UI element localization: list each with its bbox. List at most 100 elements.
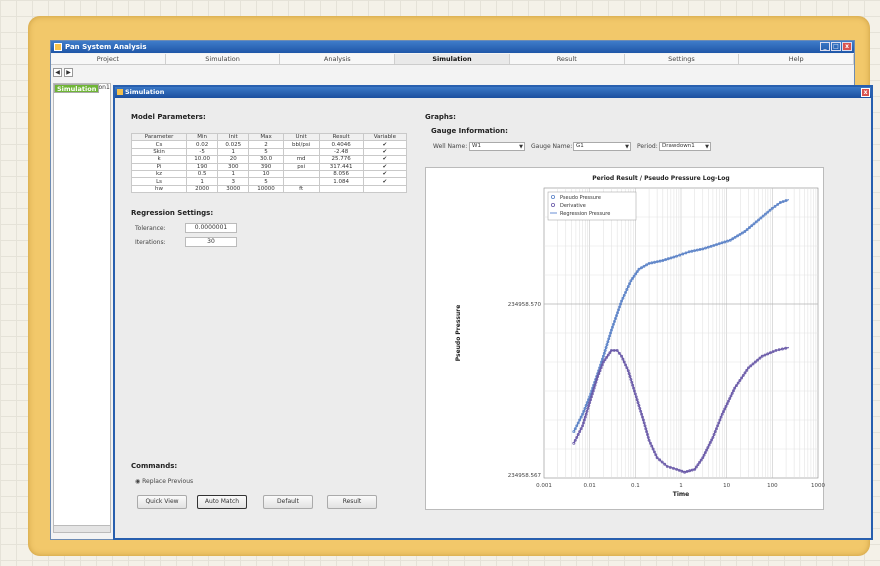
params-cell[interactable]: 20 (217, 155, 250, 164)
iterations-input[interactable]: 30 (185, 237, 237, 247)
x-tick-label: 1000 (811, 483, 825, 489)
params-cell[interactable]: 5 (248, 147, 284, 157)
params-header-row: Parameter Min Init Max Unit Result Variable (130, 132, 408, 142)
menu-result[interactable]: Result (510, 54, 625, 64)
params-cell[interactable]: 1 (217, 169, 250, 179)
params-cell: Pi (130, 162, 188, 171)
params-cell[interactable]: 30.0 (248, 155, 284, 164)
params-header-cell: Max (248, 132, 284, 142)
period-select[interactable]: Drawdown1 ▼ (659, 142, 711, 151)
menu-bar: Project Simulation Analysis Simulation R… (51, 54, 855, 65)
params-cell: psi (282, 162, 320, 171)
well-name-select[interactable]: W1 ▼ (469, 142, 525, 151)
params-cell: ft (282, 184, 320, 194)
menu-settings[interactable]: Settings (625, 54, 740, 64)
params-cell: 8.056 (318, 169, 364, 179)
forward-icon[interactable]: ▶ (64, 68, 73, 77)
params-cell[interactable]: 1 (217, 147, 250, 157)
params-header-cell: Result (318, 132, 364, 142)
dialog-close-button[interactable]: x (861, 88, 870, 97)
params-cell[interactable]: 1 (186, 177, 219, 186)
params-cell: Ls (130, 177, 188, 186)
params-cell (318, 184, 364, 194)
params-row: k 10.00 20 30.0 md 25.776 ✔ (130, 155, 408, 164)
params-header-cell: Min (186, 132, 219, 142)
variable-checkbox[interactable]: ✔ (362, 147, 408, 157)
app-window: Pan System Analysis _ □ x Project Simula… (50, 40, 873, 540)
params-cell[interactable]: 190 (186, 162, 219, 171)
loglog-chart: Period Result / Pseudo Pressure Log-Log 0… (455, 175, 825, 498)
variable-checkbox[interactable]: ✔ (362, 140, 408, 149)
params-cell: bbl/psi (282, 140, 320, 149)
chart-title: Period Result / Pseudo Pressure Log-Log (592, 175, 729, 182)
graphs-title: Graphs: (425, 113, 456, 121)
params-cell[interactable]: 3 (217, 177, 250, 186)
params-header-cell: Variable (362, 132, 408, 142)
regression-title: Regression Settings: (131, 209, 214, 217)
replace-previous-label: Replace Previous (142, 478, 194, 485)
params-row: hw 2000 3000 10000 ft (130, 184, 408, 194)
chevron-down-icon: ▼ (625, 144, 629, 150)
x-axis-label: Time (673, 491, 689, 498)
menu-help[interactable]: Help (739, 54, 855, 64)
params-cell[interactable]: 10 (248, 169, 284, 179)
well-name-value: W1 (472, 143, 481, 149)
iterations-label: Iterations: (135, 239, 166, 246)
quick-view-button[interactable]: Quick View (137, 495, 187, 509)
params-cell: 25.776 (318, 155, 364, 164)
tolerance-label: Tolerance: (135, 225, 166, 232)
params-cell[interactable]: 5 (248, 177, 284, 186)
params-header-cell: Unit (282, 132, 320, 142)
params-cell[interactable]: 2000 (186, 184, 219, 194)
result-button[interactable]: Result (327, 495, 377, 509)
params-cell: -2.48 (318, 147, 364, 157)
variable-checkbox[interactable]: ✔ (362, 162, 408, 171)
maximize-button[interactable]: □ (831, 42, 841, 51)
replace-previous-option[interactable]: ◉ Replace Previous (135, 478, 193, 485)
variable-checkbox[interactable] (362, 184, 408, 194)
params-cell[interactable]: 0.025 (217, 140, 250, 149)
tolerance-input[interactable]: 0.0000001 (185, 223, 237, 233)
chart-panel: Period Result / Pseudo Pressure Log-Log 0… (425, 167, 825, 510)
menu-project[interactable]: Project (51, 54, 166, 64)
period-label: Period: (637, 143, 658, 150)
x-tick-label: 0.01 (584, 483, 596, 489)
params-cell[interactable]: 0.5 (186, 169, 219, 179)
params-row: Cs 0.02 0.025 2 bbl/psi 0.4046 ✔ (130, 140, 408, 149)
params-cell (282, 147, 320, 157)
variable-checkbox[interactable]: ✔ (362, 169, 408, 179)
tree-item-simulation[interactable]: Simulation (54, 84, 100, 93)
params-cell: 1.084 (318, 177, 364, 186)
x-tick-label: 10 (723, 483, 730, 489)
params-cell (282, 177, 320, 186)
minimize-button[interactable]: _ (820, 42, 830, 51)
simulation-dialog: Simulation x Model Parameters: Parameter… (113, 85, 873, 540)
legend-label: Pseudo Pressure (560, 195, 601, 201)
back-icon[interactable]: ◀ (53, 68, 62, 77)
params-cell[interactable]: 10000 (248, 184, 284, 194)
gauge-name-select[interactable]: G1 ▼ (573, 142, 631, 151)
app-title: Pan System Analysis (65, 43, 147, 51)
params-cell[interactable]: 390 (248, 162, 284, 171)
tree-scrollbar[interactable] (54, 525, 110, 532)
app-icon (54, 43, 62, 51)
y-tick-label: 234958.567 (508, 473, 542, 479)
variable-checkbox[interactable]: ✔ (362, 155, 408, 164)
menu-analysis[interactable]: Analysis (280, 54, 396, 64)
params-cell[interactable]: 0.02 (186, 140, 219, 149)
default-button[interactable]: Default (263, 495, 313, 509)
params-cell[interactable]: 10.00 (186, 155, 219, 164)
x-tick-label: 0.1 (631, 483, 640, 489)
period-value: Drawdown1 (662, 143, 695, 149)
params-cell[interactable]: -5 (186, 147, 219, 157)
auto-match-button[interactable]: Auto Match (197, 495, 247, 509)
close-button[interactable]: x (842, 42, 852, 51)
params-cell (282, 169, 320, 179)
params-cell[interactable]: 300 (217, 162, 250, 171)
params-cell[interactable]: 2 (248, 140, 284, 149)
menu-simulation[interactable]: Simulation (395, 54, 510, 64)
params-cell: Cs (130, 140, 188, 149)
menu-simulation-1[interactable]: Simulation (166, 54, 281, 64)
variable-checkbox[interactable]: ✔ (362, 177, 408, 186)
params-cell[interactable]: 3000 (217, 184, 250, 194)
